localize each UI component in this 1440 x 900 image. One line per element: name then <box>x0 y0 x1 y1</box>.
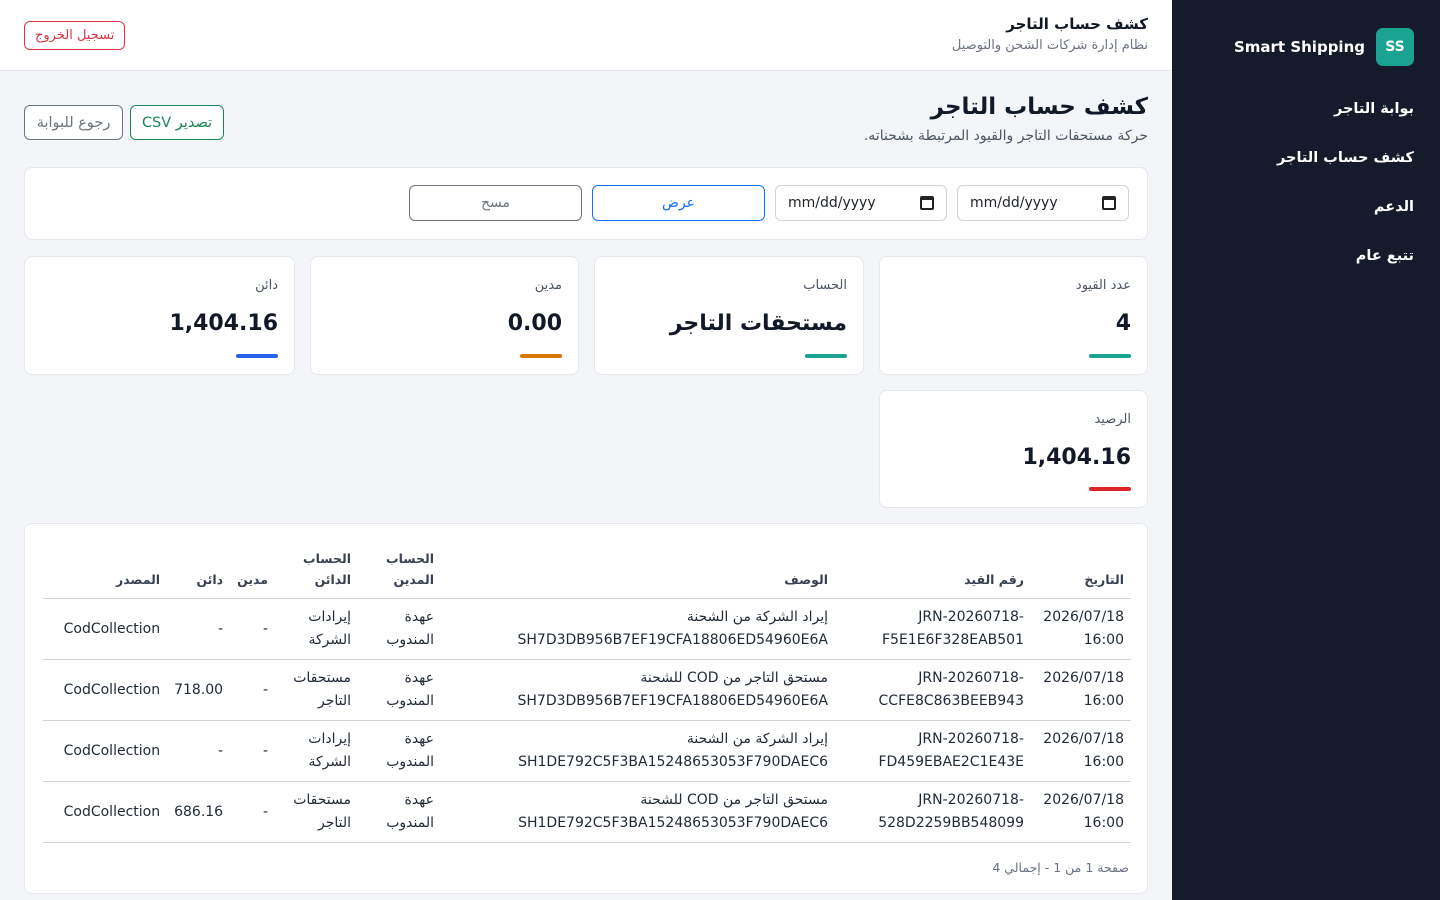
stat-card-balance: الرصيد 1,404.16 <box>879 390 1148 508</box>
cell-debit: - <box>230 598 275 660</box>
cell-entry-no: JRN-20260718-528D2259BB548099 <box>835 781 1031 843</box>
table-header-row: التاريخ رقم القيد الوصف الحساب المدين ال… <box>43 548 1131 599</box>
cell-debit-account: عهدة المندوب <box>358 659 441 721</box>
sidebar: SS Smart Shipping بوابة التاجر كشف حساب … <box>1172 0 1440 900</box>
cell-credit: - <box>167 598 231 660</box>
export-csv-button[interactable]: تصدير CSV <box>130 105 224 140</box>
table-row: 2026/07/18 16:00 JRN-20260718-F5E1E6F328… <box>43 598 1131 660</box>
ledger-table-card: التاريخ رقم القيد الوصف الحساب المدين ال… <box>24 523 1148 894</box>
clear-button[interactable]: مسح <box>409 185 582 221</box>
cell-credit: 718.00 <box>167 659 231 721</box>
stat-label: الحساب <box>803 278 847 293</box>
cell-date: 2026/07/18 16:00 <box>1031 659 1131 721</box>
date-to-input[interactable]: mm/dd/yyyy <box>775 185 947 221</box>
cell-credit: 686.16 <box>167 781 231 843</box>
sidebar-item-support[interactable]: الدعم <box>1194 194 1414 243</box>
calendar-icon[interactable] <box>920 196 934 210</box>
page-subtitle: حركة مستحقات التاجر والقيود المرتبطة بشح… <box>863 128 1148 144</box>
pagination-info: صفحة 1 من 1 - إجمالي 4 <box>992 860 1129 875</box>
cell-date: 2026/07/18 16:00 <box>1031 720 1131 782</box>
stat-accent-bar <box>520 354 562 358</box>
cell-credit-account: مستحقات التاجر <box>275 659 358 721</box>
cell-description: إيراد الشركة من الشحنة SH1DE792C5F3BA152… <box>441 720 835 782</box>
page-title: كشف حساب التاجر <box>930 94 1148 120</box>
column-header-credit: دائن <box>167 548 231 599</box>
ledger-table: التاريخ رقم القيد الوصف الحساب المدين ال… <box>43 548 1131 843</box>
cell-description: إيراد الشركة من الشحنة SH7D3DB956B7EF19C… <box>441 598 835 660</box>
cell-debit: - <box>230 659 275 721</box>
cell-entry-no: JRN-20260718-FD459EBAE2C1E43E <box>835 720 1031 782</box>
sidebar-nav: بوابة التاجر كشف حساب التاجر الدعم تتبع … <box>1194 96 1414 292</box>
cell-description: مستحق التاجر من COD للشحنة SH1DE792C5F3B… <box>441 781 835 843</box>
cell-entry-no: JRN-20260718-CCFE8C863BEEB943 <box>835 659 1031 721</box>
top-bar: كشف حساب التاجر نظام إدارة شركات الشحن و… <box>0 0 1172 71</box>
stat-value: 0.00 <box>507 311 562 336</box>
cell-debit-account: عهدة المندوب <box>358 598 441 660</box>
cell-source: CodCollection <box>43 598 168 660</box>
table-row: 2026/07/18 16:00 JRN-20260718-CCFE8C863B… <box>43 659 1131 721</box>
stat-value: مستحقات التاجر <box>669 311 847 336</box>
column-header-debit-account: الحساب المدين <box>358 548 441 599</box>
cell-entry-no: JRN-20260718-F5E1E6F328EAB501 <box>835 598 1031 660</box>
column-header-debit: مدين <box>230 548 275 599</box>
cell-debit-account: عهدة المندوب <box>358 781 441 843</box>
stat-value: 1,404.16 <box>1022 445 1131 470</box>
table-row: 2026/07/18 16:00 JRN-20260718-FD459EBAE2… <box>43 720 1131 782</box>
filter-card: mm/dd/yyyy mm/dd/yyyy عرض مسح <box>24 167 1148 240</box>
stat-card-credit: دائن 1,404.16 <box>24 256 295 375</box>
cell-source: CodCollection <box>43 659 168 721</box>
stat-value: 4 <box>1115 311 1131 336</box>
stat-card-debit: مدين 0.00 <box>310 256 579 375</box>
sidebar-item-merchant-portal[interactable]: بوابة التاجر <box>1194 96 1414 145</box>
cell-date: 2026/07/18 16:00 <box>1031 598 1131 660</box>
column-header-description: الوصف <box>441 548 835 599</box>
stat-card-entries: عدد القيود 4 <box>879 256 1148 375</box>
cell-credit: - <box>167 720 231 782</box>
stat-accent-bar <box>805 354 847 358</box>
cell-debit-account: عهدة المندوب <box>358 720 441 782</box>
cell-debit: - <box>230 781 275 843</box>
brand[interactable]: SS Smart Shipping <box>1234 28 1414 66</box>
date-from-placeholder: mm/dd/yyyy <box>970 195 1058 211</box>
cell-credit-account: مستحقات التاجر <box>275 781 358 843</box>
stat-label: مدين <box>534 278 562 293</box>
column-header-date: التاريخ <box>1031 548 1131 599</box>
cell-date: 2026/07/18 16:00 <box>1031 781 1131 843</box>
header-subtitle: نظام إدارة شركات الشحن والتوصيل <box>951 38 1148 53</box>
date-to-placeholder: mm/dd/yyyy <box>788 195 876 211</box>
date-from-input[interactable]: mm/dd/yyyy <box>957 185 1129 221</box>
cell-credit-account: إيرادات الشركة <box>275 598 358 660</box>
calendar-icon[interactable] <box>1102 196 1116 210</box>
column-header-entry-no: رقم القيد <box>835 548 1031 599</box>
table-row: 2026/07/18 16:00 JRN-20260718-528D2259BB… <box>43 781 1131 843</box>
stat-card-account: الحساب مستحقات التاجر <box>594 256 864 375</box>
stat-label: دائن <box>255 278 278 293</box>
logout-button[interactable]: تسجيل الخروج <box>24 21 126 50</box>
cell-credit-account: إيرادات الشركة <box>275 720 358 782</box>
header-title: كشف حساب التاجر <box>1006 15 1148 33</box>
cell-source: CodCollection <box>43 781 168 843</box>
cell-source: CodCollection <box>43 720 168 782</box>
brand-name: Smart Shipping <box>1233 38 1365 56</box>
column-header-credit-account: الحساب الدائن <box>275 548 358 599</box>
stat-accent-bar <box>1089 487 1131 491</box>
column-header-source: المصدر <box>43 548 168 599</box>
back-to-portal-button[interactable]: رجوع للبوابة <box>24 105 123 140</box>
stat-value: 1,404.16 <box>169 311 278 336</box>
cell-debit: - <box>230 720 275 782</box>
stat-accent-bar <box>236 354 278 358</box>
stat-label: عدد القيود <box>1075 278 1131 293</box>
cell-description: مستحق التاجر من COD للشحنة SH7D3DB956B7E… <box>441 659 835 721</box>
show-button[interactable]: عرض <box>592 185 765 221</box>
sidebar-item-merchant-statement[interactable]: كشف حساب التاجر <box>1194 145 1414 194</box>
sidebar-item-public-tracking[interactable]: تتبع عام <box>1194 243 1414 292</box>
brand-logo: SS <box>1376 28 1414 66</box>
stat-label: الرصيد <box>1094 412 1131 427</box>
stat-accent-bar <box>1089 354 1131 358</box>
